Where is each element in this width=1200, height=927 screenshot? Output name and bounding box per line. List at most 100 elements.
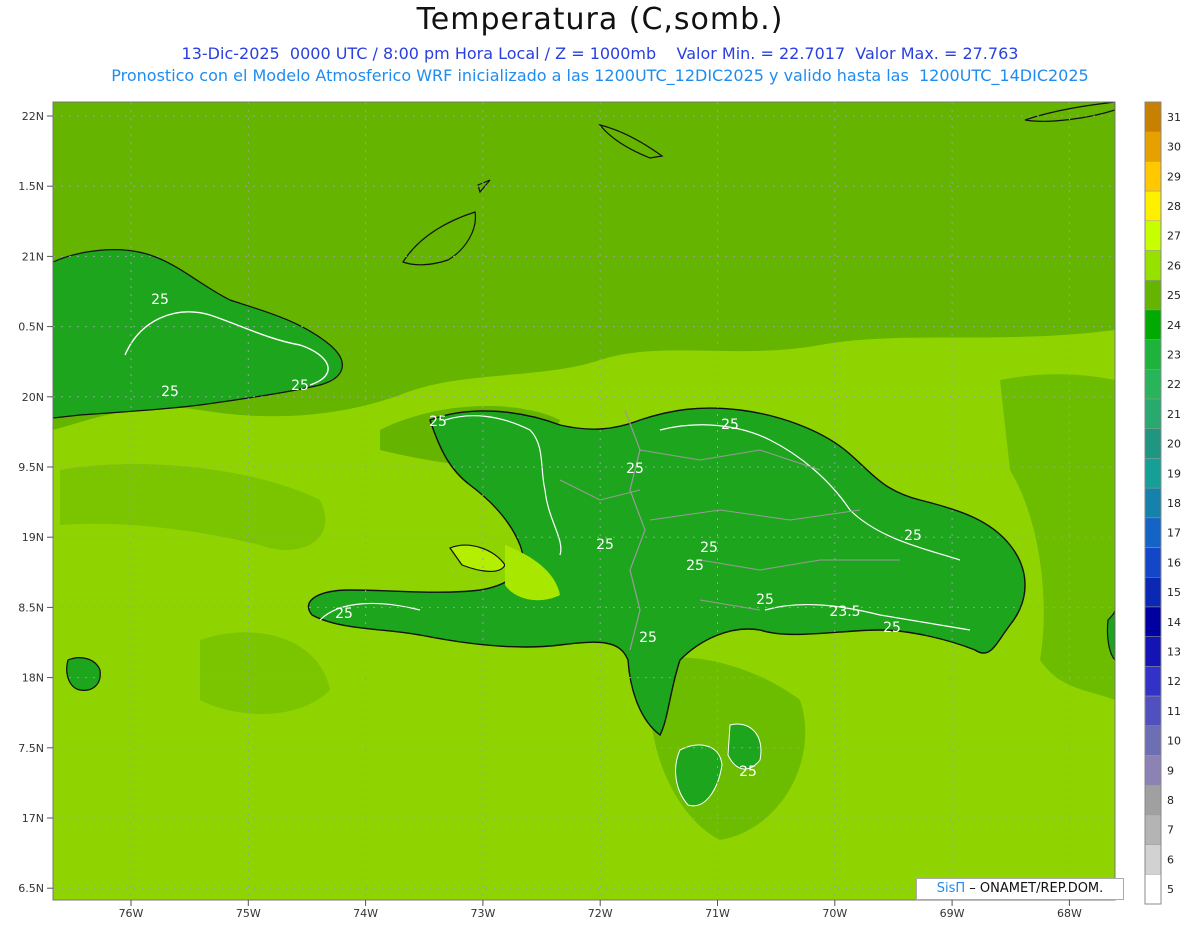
colorbar-swatch [1144, 755, 1162, 786]
colorbar-swatch [1144, 487, 1162, 519]
contour-label: 25 [626, 461, 644, 477]
colorbar-swatch [1144, 339, 1162, 370]
colorbar-label: 16 [1167, 556, 1181, 569]
contour-label: 25 [335, 606, 353, 622]
contour-label: 25 [596, 537, 614, 553]
colorbar-label: 27 [1167, 230, 1181, 243]
sispi-logo: SisΠ [936, 881, 966, 896]
lat-tick-label: 6.5N [18, 882, 44, 895]
colorbar-label: 29 [1167, 170, 1181, 183]
lat-tick-label: 20N [22, 391, 44, 404]
colorbar-swatch [1144, 874, 1162, 905]
contour-label: 25 [686, 558, 704, 574]
colorbar-label: 26 [1167, 259, 1181, 272]
colorbar-label: 14 [1167, 616, 1181, 629]
colorbar-swatch [1144, 101, 1162, 132]
lat-tick-label: 0.5N [18, 321, 44, 334]
colorbar-label: 20 [1167, 438, 1181, 451]
colorbar-label: 15 [1167, 586, 1181, 599]
colorbar-swatch [1144, 814, 1162, 845]
colorbar-label: 23 [1167, 348, 1181, 361]
colorbar-swatch [1144, 547, 1162, 578]
jamaica-landmass [66, 657, 101, 691]
map-plot-area [53, 102, 1115, 900]
lat-tick-label: 17N [22, 812, 44, 825]
lon-tick-label: 71W [705, 907, 730, 920]
colorbar-label: 13 [1167, 646, 1181, 659]
lon-tick-label: 68W [1057, 907, 1082, 920]
lat-tick-label: 21N [22, 250, 44, 263]
colorbar-label: 6 [1167, 853, 1174, 866]
colorbar-swatch [1144, 279, 1162, 311]
colorbar-swatch [1144, 220, 1162, 251]
colorbar-swatch [1144, 190, 1162, 222]
colorbar-swatch [1144, 250, 1162, 281]
colorbar-swatch [1144, 725, 1162, 756]
lat-tick-label: 8.5N [18, 601, 44, 614]
colorbar-swatch [1144, 309, 1162, 340]
colorbar-label: 28 [1167, 200, 1181, 213]
colorbar-label: 8 [1167, 794, 1174, 807]
lon-tick-label: 73W [470, 907, 495, 920]
colorbar-label: 7 [1167, 824, 1174, 837]
lat-tick-label: 7.5N [18, 742, 44, 755]
lon-tick-label: 69W [940, 907, 965, 920]
contour-label: 25 [151, 292, 169, 308]
colorbar: 31 30 29 28 27 26 25 24 23 22 21 20 19 18 17 16 15 14 13 12… [1144, 101, 1181, 905]
colorbar-label: 31 [1167, 111, 1181, 124]
contour-label: 25 [739, 764, 757, 780]
colorbar-label: 9 [1167, 764, 1174, 777]
colorbar-label: 12 [1167, 675, 1181, 688]
credit-text: – ONAMET/REP.DOM. [969, 881, 1104, 896]
colorbar-swatch [1144, 666, 1162, 697]
credit-box: SisΠ – ONAMET/REP.DOM. [916, 878, 1124, 900]
lat-tick-label: 9.5N [18, 461, 44, 474]
colorbar-label: 21 [1167, 408, 1181, 421]
temperature-map: 22N 1.5N 21N 0.5N 20N 9.5N 19N 8.5N 18N 7.5N 17N 6.… [18, 101, 1181, 920]
colorbar-swatch [1144, 161, 1162, 192]
colorbar-label: 17 [1167, 527, 1181, 540]
lat-tick-label: 19N [22, 531, 44, 544]
contour-label: 25 [721, 417, 739, 433]
lon-tick-label: 74W [353, 907, 378, 920]
colorbar-swatch [1144, 577, 1162, 608]
colorbar-swatch [1144, 369, 1162, 400]
contour-label: 25 [700, 540, 718, 556]
contour-label: 25 [161, 384, 179, 400]
longitude-axis: 76W 75W 74W 73W 72W 71W 70W 69W 68W [119, 900, 1082, 920]
contour-label: 25 [429, 414, 447, 430]
lon-tick-label: 70W [822, 907, 847, 920]
colorbar-swatch [1144, 844, 1162, 875]
colorbar-label: 22 [1167, 378, 1181, 391]
lon-tick-label: 75W [236, 907, 261, 920]
latitude-axis: 22N 1.5N 21N 0.5N 20N 9.5N 19N 8.5N 18N 7.5N 17N 6.… [18, 110, 53, 895]
colorbar-swatch [1144, 398, 1162, 429]
lon-tick-label: 76W [119, 907, 144, 920]
contour-label: 25 [883, 620, 901, 636]
colorbar-swatch [1144, 458, 1162, 489]
lat-tick-label: 1.5N [18, 180, 44, 193]
colorbar-swatch [1144, 428, 1162, 459]
lon-tick-label: 72W [588, 907, 613, 920]
colorbar-label: 11 [1167, 705, 1181, 718]
lat-tick-label: 18N [22, 672, 44, 685]
contour-label: 25 [904, 528, 922, 544]
colorbar-label: 30 [1167, 141, 1181, 154]
colorbar-label: 19 [1167, 467, 1181, 480]
colorbar-label: 24 [1167, 319, 1181, 332]
colorbar-label: 25 [1167, 289, 1181, 302]
colorbar-swatch [1144, 517, 1162, 548]
colorbar-swatch [1144, 606, 1162, 637]
contour-label: 25 [756, 592, 774, 608]
contour-label: 23.5 [829, 604, 860, 620]
colorbar-label: 18 [1167, 497, 1181, 510]
contour-label: 25 [639, 630, 657, 646]
lat-tick-label: 22N [22, 110, 44, 123]
colorbar-swatch [1144, 131, 1162, 162]
colorbar-swatch [1144, 695, 1162, 727]
contour-label: 25 [291, 378, 309, 394]
colorbar-swatch [1144, 784, 1162, 816]
colorbar-swatch [1144, 636, 1162, 667]
colorbar-label: 10 [1167, 735, 1181, 748]
colorbar-label: 5 [1167, 883, 1174, 896]
